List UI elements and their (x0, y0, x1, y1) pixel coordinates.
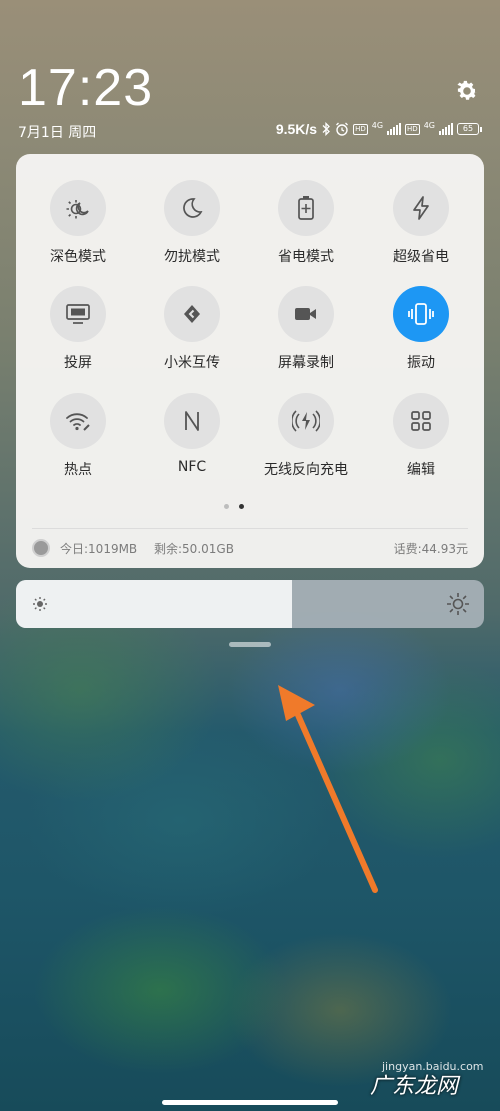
brightness-low-icon (33, 597, 47, 611)
toggle-mi-share[interactable]: 小米互传 (132, 286, 252, 372)
page-dot-active[interactable] (239, 504, 244, 509)
cast-screen-icon (50, 286, 106, 342)
toggle-screen-record[interactable]: 屏幕录制 (246, 286, 366, 372)
date[interactable]: 7月1日 周四 (18, 122, 96, 142)
toggle-label: 省电模式 (278, 249, 334, 265)
toggle-label: 振动 (407, 355, 435, 371)
vibrate-icon (393, 286, 449, 342)
toggle-label: 小米互传 (164, 355, 220, 371)
toggle-label: 编辑 (407, 462, 435, 478)
battery-level: 65 (457, 123, 479, 135)
hotspot-icon (50, 393, 106, 449)
watermark-logo: 广东龙网 (370, 1074, 459, 1099)
drag-handle[interactable] (229, 642, 271, 647)
network-speed: 9.5K/s (275, 121, 318, 137)
network-type-1: 4G (371, 120, 384, 130)
toggle-reverse-charging[interactable]: 无线反向充电 (246, 393, 366, 479)
signal-icon-2 (439, 123, 453, 135)
grid-edit-icon (393, 393, 449, 449)
toggle-hotspot[interactable]: 热点 (18, 393, 138, 479)
toggle-label: 勿扰模式 (164, 249, 220, 265)
toggle-edit[interactable]: 编辑 (361, 393, 481, 479)
toggle-label: 屏幕录制 (278, 355, 334, 371)
toggle-dark-mode[interactable]: 深色模式 (18, 180, 138, 266)
battery-icon: 65 (457, 123, 482, 135)
lightning-icon (393, 180, 449, 236)
toggle-label: 深色模式 (50, 249, 106, 265)
hd-badge: HD (353, 123, 368, 135)
toggle-label: 超级省电 (393, 249, 449, 265)
clock[interactable]: 17:23 (18, 58, 153, 118)
usage-remaining: 剩余:50.01GB (154, 542, 234, 556)
hd-badge-2: HD (405, 123, 420, 135)
network-type-2: 4G (423, 120, 435, 130)
toggle-vibrate[interactable]: 振动 (361, 286, 481, 372)
status-area: 17:23 7月1日 周四 9.5K/s HD 4G HD 4G 65 (0, 0, 500, 150)
mi-share-icon (164, 286, 220, 342)
toggle-ultra-battery-saver[interactable]: 超级省电 (361, 180, 481, 266)
home-indicator[interactable] (162, 1100, 338, 1105)
battery-saver-icon (278, 180, 334, 236)
page-indicator (224, 504, 244, 509)
usage-today: 今日:1019MB (60, 542, 138, 556)
phone-bill: 话费:44.93元 (393, 542, 468, 556)
toggle-nfc[interactable]: NFC (132, 393, 252, 475)
brightness-fill (16, 580, 293, 628)
toggle-label: 热点 (64, 462, 92, 478)
reverse-charging-icon (278, 393, 334, 449)
divider (32, 528, 468, 529)
toggle-do-not-disturb[interactable]: 勿扰模式 (132, 180, 252, 266)
page-dot[interactable] (224, 504, 229, 509)
toggle-label: 投屏 (64, 355, 92, 371)
toggle-label: 无线反向充电 (264, 462, 348, 478)
annotation-arrow (278, 685, 378, 893)
dark-mode-icon (50, 180, 106, 236)
alarm-icon (335, 122, 349, 136)
moon-icon (164, 180, 220, 236)
bluetooth-icon (321, 122, 331, 136)
toggle-cast[interactable]: 投屏 (18, 286, 138, 372)
brightness-slider[interactable] (16, 580, 484, 628)
signal-icon (387, 123, 402, 135)
toggle-battery-saver[interactable]: 省电模式 (246, 180, 366, 266)
toggle-label: NFC (177, 459, 207, 475)
status-icons: 9.5K/s HD 4G HD 4G 65 (276, 121, 482, 137)
gear-icon[interactable] (454, 78, 480, 104)
brightness-high-icon (447, 593, 469, 615)
nfc-icon (164, 393, 220, 449)
video-camera-icon (278, 286, 334, 342)
data-usage-icon (32, 539, 50, 557)
